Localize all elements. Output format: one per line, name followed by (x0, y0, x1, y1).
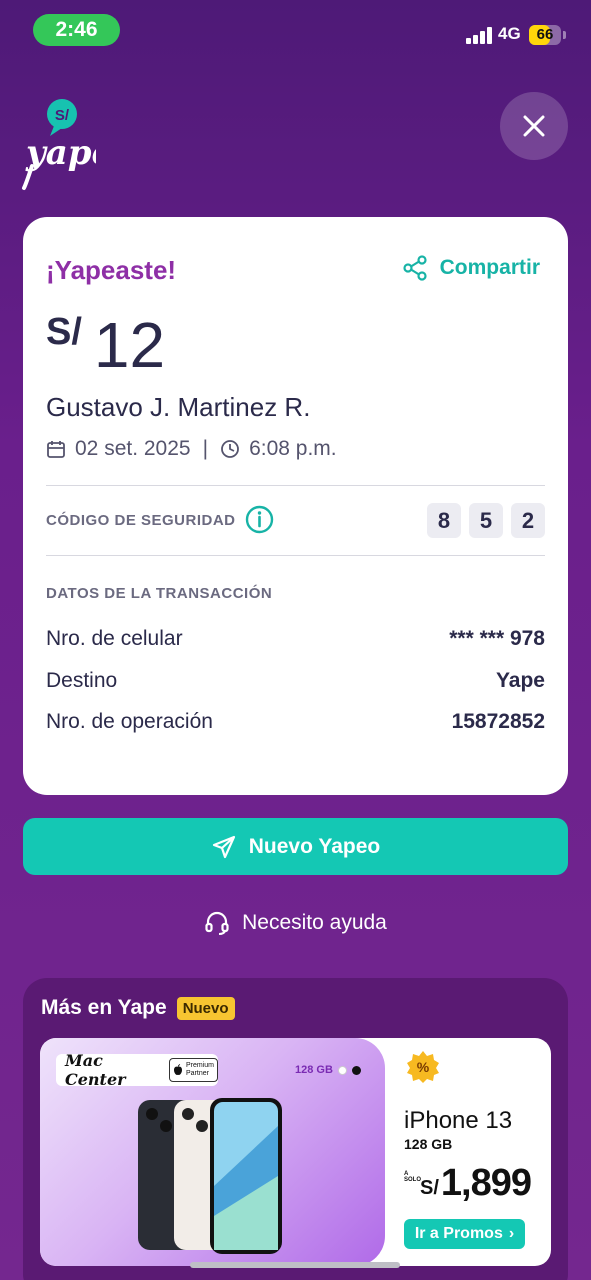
chevron-right-icon: › (508, 1225, 515, 1242)
go-to-promos-button[interactable]: Ir a Promos › (404, 1219, 525, 1249)
info-icon[interactable] (245, 505, 274, 539)
divider (46, 485, 545, 486)
new-badge: Nuevo (176, 996, 235, 1020)
security-code-label: CÓDIGO DE SEGURIDAD (46, 512, 236, 529)
close-button[interactable] (500, 92, 568, 160)
apple-icon (173, 1064, 182, 1075)
calendar-icon (47, 441, 65, 458)
new-payment-button[interactable]: Nuevo Yapeo (23, 818, 568, 875)
battery-tip (563, 31, 566, 39)
transaction-details-title: DATOS DE LA TRANSACCIÓN (46, 585, 273, 602)
product-storage: 128 GB (404, 1136, 453, 1152)
datetime-separator: | (202, 437, 209, 460)
battery-level: 66 (536, 26, 554, 43)
color-swatch-black (351, 1065, 361, 1075)
more-in-yape-section: Más en Yape Nuevo Mac Center Premium Par… (23, 978, 568, 1280)
network-type: 4G (498, 24, 521, 43)
svg-text:S/: S/ (55, 107, 70, 124)
detail-row-operation: Nro. de operación 15872852 (46, 710, 545, 734)
receipt-heading: ¡Yapeaste! (46, 255, 177, 285)
promo-info: % iPhone 13 128 GB A SOLO S/ 1,899 Ir a … (404, 1038, 551, 1266)
send-icon (212, 835, 235, 858)
iphone-image (136, 1096, 286, 1256)
help-label: Necesito ayuda (242, 911, 387, 934)
transaction-date: 02 set. 2025 (75, 437, 191, 460)
storage-tag-text: 128 GB (295, 1064, 333, 1076)
svg-text:yape: yape (25, 133, 96, 173)
clock-icon (221, 440, 239, 458)
status-bar: 2:46 4G 66 (0, 0, 591, 60)
yape-logo: S/ yape (20, 96, 113, 191)
share-button[interactable]: Compartir (402, 255, 540, 281)
security-code: 8 5 2 (427, 503, 545, 538)
new-payment-label: Nuevo Yapeo (248, 834, 381, 858)
security-digit: 8 (427, 503, 461, 538)
share-label: Compartir (439, 256, 540, 279)
detail-value: Yape (495, 669, 545, 692)
security-digit: 2 (511, 503, 545, 538)
promo-banner[interactable]: Mac Center Premium Partner 128 GB % iPho… (40, 1038, 551, 1266)
share-icon (403, 255, 427, 281)
product-price: A SOLO S/ 1,899 (404, 1162, 532, 1205)
mac-center-brand: Mac Center (65, 1051, 126, 1089)
recipient-name: Gustavo J. Martinez R. (46, 392, 311, 422)
price-prefix: A SOLO (404, 1171, 422, 1183)
price-value: 1,899 (440, 1162, 532, 1204)
headset-icon (205, 911, 229, 935)
detail-value: *** *** 978 (449, 627, 545, 650)
transaction-datetime: 02 set. 2025 | 6:08 p.m. (46, 437, 337, 461)
go-to-promos-label: Ir a Promos (414, 1225, 503, 1242)
help-button[interactable]: Necesito ayuda (0, 910, 591, 936)
amount: S/ 12 (46, 305, 165, 385)
premium-partner-badge: Premium Partner (168, 1058, 218, 1082)
status-time: 2:46 (33, 14, 120, 46)
amount-value: 12 (93, 309, 166, 381)
mac-center-logo: Mac Center Premium Partner (56, 1051, 218, 1089)
color-swatch-white (337, 1065, 347, 1075)
partner-line2: Partner (185, 1070, 209, 1077)
divider (46, 555, 545, 556)
receipt-card: ¡Yapeaste! Compartir S/ 12 Gustavo J. Ma… (23, 217, 568, 795)
amount-currency: S/ (46, 311, 82, 353)
detail-label: Destino (46, 669, 118, 692)
detail-row-destination: Destino Yape (46, 669, 545, 693)
transaction-time: 6:08 p.m. (249, 437, 337, 460)
battery-icon: 66 (529, 25, 561, 45)
promo-image: Mac Center Premium Partner 128 GB (40, 1038, 385, 1266)
close-icon (523, 115, 545, 137)
partner-line1: Premium (185, 1062, 214, 1069)
signal-icon (466, 26, 493, 44)
svg-text:%: % (417, 1059, 430, 1075)
discount-icon: % (406, 1050, 440, 1089)
detail-label: Nro. de operación (46, 710, 213, 733)
product-name: iPhone 13 (404, 1107, 513, 1134)
section-title-text: Más en Yape (41, 996, 167, 1019)
security-digit: 5 (469, 503, 503, 538)
section-title: Más en Yape Nuevo (41, 996, 235, 1020)
storage-tag: 128 GB (295, 1064, 361, 1076)
detail-value: 15872852 (451, 710, 545, 733)
price-currency: S/ (420, 1177, 439, 1199)
detail-row-phone: Nro. de celular *** *** 978 (46, 627, 545, 651)
detail-label: Nro. de celular (46, 627, 183, 650)
home-indicator[interactable] (190, 1262, 400, 1268)
